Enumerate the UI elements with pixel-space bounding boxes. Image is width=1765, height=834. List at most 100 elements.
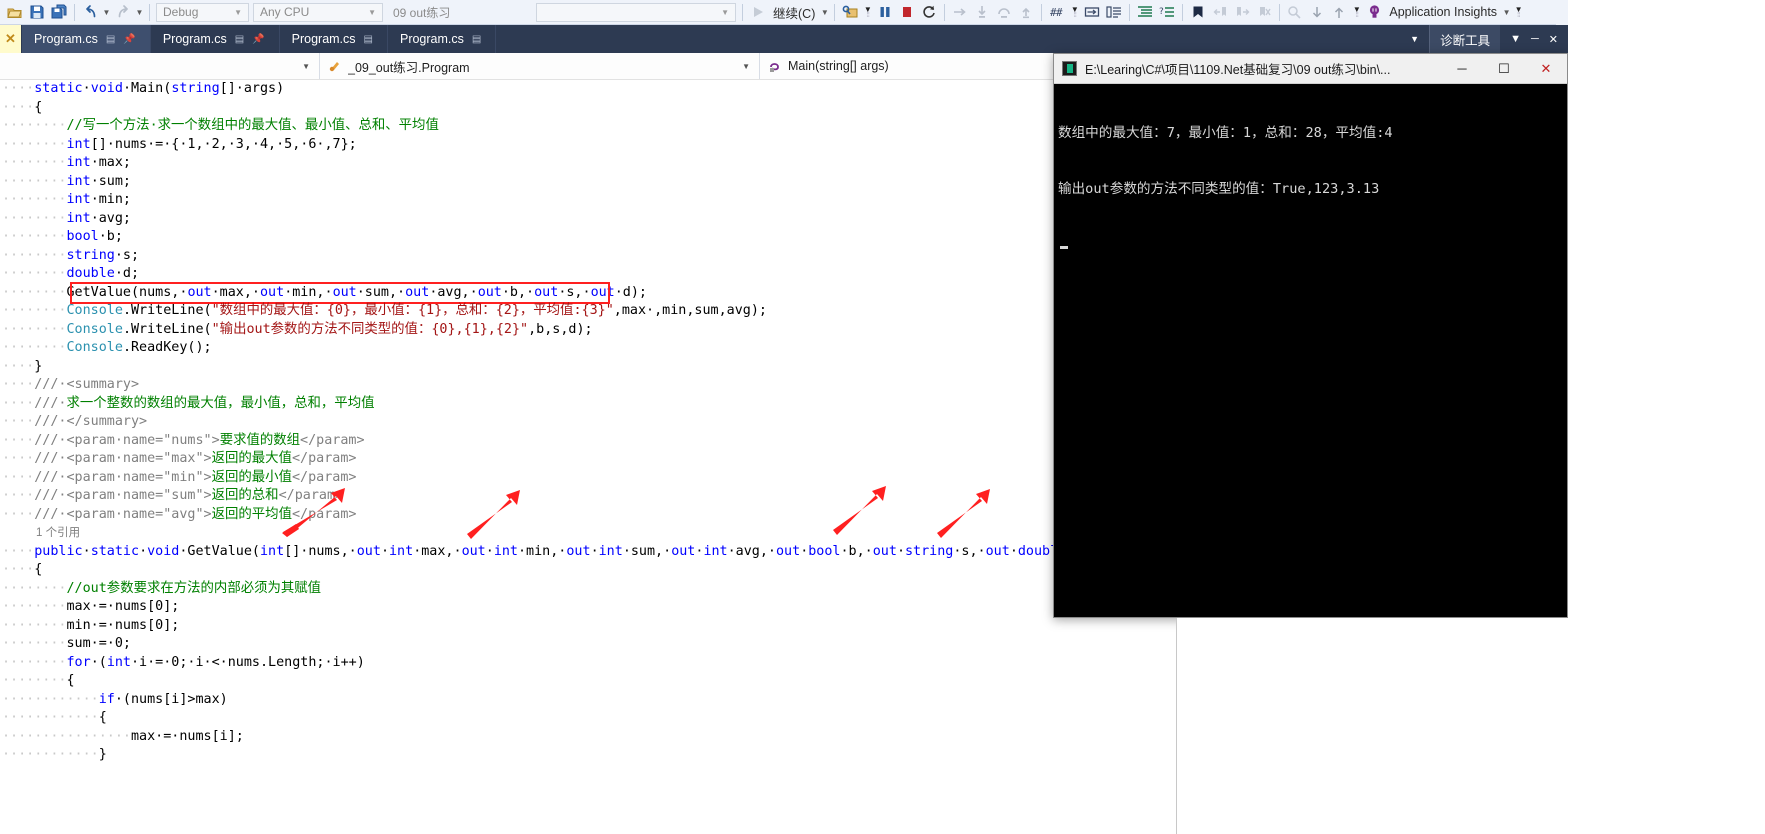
code-token: "数组中的最大值：{0}，最小值：{1}，总和：{2}，平均值:{3}" (211, 303, 614, 318)
console-title-bar[interactable]: E:\Learing\C#\项目\1109.Net基础复习\09 out练习\b… (1054, 54, 1567, 84)
clear-bookmarks-icon[interactable] (1253, 2, 1275, 23)
console-output-window[interactable]: E:\Learing\C#\项目\1109.Net基础复习\09 out练习\b… (1053, 53, 1568, 618)
indent-whitespace: ············ (2, 747, 99, 762)
code-token: · (82, 543, 91, 559)
previous-bookmark-icon[interactable] (1209, 2, 1231, 23)
redo-icon[interactable] (112, 2, 134, 23)
console-maximize-button[interactable]: ☐ (1483, 54, 1525, 84)
show-next-statement-icon[interactable] (949, 2, 971, 23)
diagnostics-dropdown-icon[interactable]: ▼ (1510, 33, 1521, 45)
navbar-project-selector[interactable]: ▼ (0, 53, 320, 79)
toolbar-overflow-icon-4[interactable]: ▼ ⣿ (1512, 5, 1525, 18)
step-out-icon[interactable] (1015, 2, 1037, 23)
code-token: int (260, 543, 285, 559)
tab-program-cs-3[interactable]: Program.cs ▤ (280, 25, 388, 53)
code-token: .WriteLine( (122, 303, 212, 318)
break-all-icon[interactable] (874, 2, 896, 23)
find-in-files-icon[interactable] (1284, 2, 1306, 23)
code-token: </param> (278, 488, 344, 503)
attach-to-process-icon[interactable] (839, 2, 861, 23)
background-tool-window (1176, 618, 1568, 834)
application-insights-label[interactable]: Application Insights (1385, 5, 1501, 19)
save-icon[interactable] (26, 2, 48, 23)
indent-whitespace: ···· (2, 469, 35, 485)
pin-icon[interactable]: 📌 (252, 34, 264, 45)
pin-icon[interactable]: 📌 (123, 34, 135, 45)
restart-icon[interactable] (918, 2, 940, 23)
tab-program-cs-4[interactable]: Program.cs ▤ (388, 25, 497, 53)
code-token: ·avg; (90, 210, 131, 226)
application-insights-icon[interactable] (1363, 2, 1385, 23)
tab-program-cs-1[interactable]: Program.cs ▤ 📌 (22, 25, 151, 53)
code-token: ·max; (90, 155, 131, 170)
code-token: out (356, 543, 381, 559)
code-token: out (590, 284, 615, 300)
continue-dropdown-icon[interactable]: ▼ (819, 8, 830, 17)
toolbar-overflow-icon-2[interactable]: ▼ ⣿ (1068, 5, 1081, 18)
code-token: ,b,s,d); (528, 321, 593, 337)
console-line: 数组中的最大值：7，最小值：1，总和：28，平均值:4 (1058, 125, 1393, 142)
next-bookmark-icon[interactable] (1231, 2, 1253, 23)
chevron-down-icon: ▼ (302, 61, 310, 71)
toolbar-overflow-icon-3[interactable]: ▼ ⣿ (1350, 5, 1363, 18)
start-debug-icon[interactable] (747, 2, 769, 23)
comment-selection-icon[interactable] (1103, 2, 1125, 23)
continue-label[interactable]: 继续(C) (769, 3, 819, 22)
decrease-indent-icon[interactable]: ? (1156, 2, 1178, 23)
increase-indent-icon[interactable] (1134, 2, 1156, 23)
process-combo[interactable]: ▼ (536, 2, 736, 22)
tab-list-dropdown-icon[interactable]: ▼ (1400, 25, 1429, 53)
bookmark-icon[interactable] (1187, 2, 1209, 23)
code-token: ·min,· (518, 543, 567, 559)
redo-dropdown-icon[interactable]: ▼ (134, 8, 145, 17)
indent-whitespace: ········ (2, 173, 67, 189)
hex-display-icon[interactable]: # # (1046, 2, 1068, 23)
close-active-tab-button[interactable]: ✕ (0, 25, 22, 53)
code-token: min·=·nums[0]; (66, 617, 180, 633)
toolbar-separator-4 (834, 3, 836, 21)
undo-dropdown-icon[interactable]: ▼ (101, 8, 112, 17)
indent-whitespace: ········ (2, 580, 67, 596)
solution-configuration-combo[interactable]: Debug ▼ (156, 2, 249, 22)
code-token: Console (66, 321, 123, 337)
code-token: ///· (34, 506, 67, 522)
diagnostics-close-icon[interactable]: ✕ (1549, 33, 1558, 46)
chevron-down-icon: ▼ (742, 61, 750, 71)
tab-program-cs-2[interactable]: Program.cs ▤ 📌 (151, 25, 280, 53)
toolbar-overflow-icon[interactable]: ▼ ⣿ (861, 5, 874, 18)
code-token: out (566, 543, 591, 559)
code-token: ·s,· (953, 543, 986, 559)
code-token: { (34, 562, 43, 577)
console-caret-line (1058, 236, 1563, 255)
code-token: string (171, 81, 220, 96)
console-close-button[interactable]: ✕ (1525, 54, 1567, 84)
step-into-icon[interactable] (971, 2, 993, 23)
find-next-icon[interactable] (1306, 2, 1328, 23)
diagnostics-pin-icon[interactable]: ─ (1531, 33, 1539, 45)
code-token: .ReadKey(); (122, 340, 212, 355)
tab-diagnostics-tools[interactable]: 诊断工具 (1429, 25, 1501, 53)
startup-project-combo[interactable]: 09 out练习 (387, 3, 532, 22)
code-token: out (260, 284, 285, 300)
open-file-icon[interactable] (4, 2, 26, 23)
class-icon (328, 59, 342, 73)
console-minimize-button[interactable]: ─ (1441, 54, 1483, 84)
code-token: out (405, 284, 430, 300)
toolbar-separator-3 (742, 3, 743, 21)
code-token: ·b,· (501, 284, 535, 300)
application-insights-dropdown-icon[interactable]: ▼ (1501, 8, 1512, 17)
undo-icon[interactable] (79, 2, 101, 23)
find-previous-icon[interactable] (1328, 2, 1350, 23)
step-over-icon[interactable] (993, 2, 1015, 23)
indent-whitespace: ········ (2, 673, 67, 688)
indent-whitespace: ········ (2, 340, 67, 355)
code-token: ,max·,min,sum,avg); (613, 303, 767, 318)
save-all-icon[interactable] (48, 2, 70, 23)
solution-platform-combo[interactable]: Any CPU ▼ (253, 2, 383, 22)
code-token: Console (66, 303, 123, 318)
navbar-type-selector[interactable]: _09_out练习.Program ▼ (320, 53, 760, 79)
stop-debugging-icon[interactable] (896, 2, 918, 23)
code-token: ·max,· (211, 284, 260, 300)
toggle-word-wrap-icon[interactable] (1081, 2, 1103, 23)
code-token: sum·=·0; (66, 636, 132, 651)
